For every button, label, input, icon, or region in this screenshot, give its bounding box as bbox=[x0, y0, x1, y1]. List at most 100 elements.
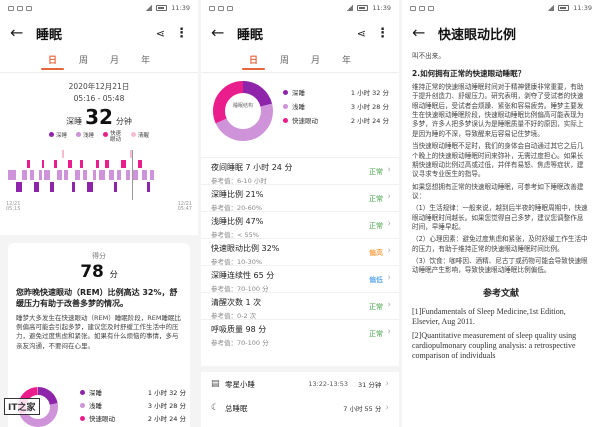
metric-row[interactable]: 清醒次数 1 次 参考值：0-2 次 正常 › bbox=[201, 292, 399, 320]
metric-row[interactable]: 浅睡比例 47% 参考值：< 55% 正常 › bbox=[201, 211, 399, 239]
hypnogram-bar bbox=[75, 169, 80, 180]
legend-rem: 快速眼动 2 小时 24 分 bbox=[80, 411, 186, 424]
notification-icon bbox=[8, 5, 14, 11]
sleep-metrics-list: 夜间睡眠 7 小时 24 分 参考值：6-10 小时 正常 › 深睡比例 21%… bbox=[201, 157, 399, 347]
battery-icon bbox=[156, 5, 168, 11]
score-value: 78 分 bbox=[80, 262, 118, 282]
hypnogram-bar bbox=[57, 169, 62, 180]
chevron-right-icon: › bbox=[387, 219, 391, 229]
page-title: 快速眼动比例 bbox=[438, 27, 517, 43]
watermark-logo: IT之家 bbox=[4, 398, 40, 415]
score-label: 得分 bbox=[92, 252, 106, 260]
app-bar: ← 睡眠 ⋖ ⋮ bbox=[201, 16, 399, 50]
nap-row[interactable]: ▤ 零星小睡 13:22-13:53 31 分钟 › bbox=[201, 372, 399, 396]
total-sleep-row[interactable]: ☾ 总睡眠 7 小时 55 分 › bbox=[201, 396, 399, 420]
tab-week[interactable]: 周 bbox=[280, 53, 289, 66]
tab-day[interactable]: 日 bbox=[241, 53, 266, 70]
tab-month[interactable]: 月 bbox=[311, 53, 320, 66]
status-time: 11:39 bbox=[372, 4, 391, 12]
stage-label: 深睡 bbox=[66, 117, 83, 126]
hypnogram-bar bbox=[54, 159, 57, 168]
hypnogram-bar bbox=[34, 181, 39, 192]
page-title: 睡眠 bbox=[237, 27, 264, 43]
status-bar: 11:39 bbox=[402, 0, 600, 16]
status-badge: 偏高 bbox=[369, 249, 383, 257]
article-body[interactable]: 叫不出来。 2.如何拥有正常的快速眼动睡眠？ 维持正常的快速眼动睡眠时间对于精神… bbox=[402, 52, 600, 361]
selection-cursor[interactable] bbox=[132, 149, 133, 200]
stage-legend: 深睡 浅睡 快速眼动 清醒 bbox=[0, 131, 198, 144]
status-time: 11:39 bbox=[573, 4, 592, 12]
sleep-stage-chart[interactable]: 12/21 05:15 12/21 05:47 bbox=[4, 149, 194, 213]
legend-rem: 快速眼动 bbox=[103, 131, 122, 144]
app-bar: ← 快速眼动比例 bbox=[402, 16, 600, 50]
hypnogram-bar bbox=[99, 169, 105, 180]
app-bar: ← 睡眠 ⋖ ⋮ bbox=[0, 16, 198, 50]
hypnogram-bar bbox=[96, 159, 99, 168]
hypnogram-bar bbox=[62, 149, 64, 158]
battery-icon bbox=[357, 5, 369, 11]
notification-icon bbox=[419, 5, 425, 11]
notification-icon bbox=[227, 5, 233, 11]
tab-month[interactable]: 月 bbox=[110, 53, 119, 66]
references-title: 参考文献 bbox=[482, 288, 519, 299]
article-paragraph: （3）饮食：咖啡因、酒精、尼古丁或药物可能会导致快速眼动睡眠产生影响，导致快速眼… bbox=[412, 257, 588, 275]
tab-day[interactable]: 日 bbox=[40, 53, 65, 70]
tab-year[interactable]: 年 bbox=[342, 53, 351, 66]
notification-icon bbox=[209, 5, 215, 11]
score-detail: 睡梦大多发生在快速眼动（REM）睡眠阶段，REM睡眠比例偏高可能会引起多梦，建议… bbox=[16, 313, 181, 350]
chevron-right-icon: › bbox=[387, 327, 391, 337]
metric-row[interactable]: 深睡连续性 65 分 参考值：70-100 分 偏低 › bbox=[201, 265, 399, 293]
more-menu-icon[interactable]: ⋮ bbox=[175, 27, 188, 40]
hypnogram-bar bbox=[87, 181, 93, 192]
period-tabs: 日 周 月 年 bbox=[201, 50, 399, 70]
hypnogram-bar bbox=[30, 169, 34, 180]
article-paragraph: 当快速眼动睡眠不足时，我们的身体会自动通过其它之后几个晚上的快速眼动睡眠时间来弥… bbox=[412, 142, 584, 179]
article-paragraph: 如果您想拥有正常的快速眼动睡眠，可参考如下睡眠改善建议： bbox=[412, 182, 584, 200]
notification-icon bbox=[17, 5, 23, 11]
hypnogram-bar bbox=[142, 169, 147, 180]
metric-row[interactable]: 呼吸质量 98 分 参考值：70-100 分 正常 › bbox=[201, 319, 399, 347]
share-icon[interactable]: ⋖ bbox=[357, 27, 366, 40]
back-arrow-icon[interactable]: ← bbox=[10, 25, 26, 41]
rem-article-panel: 11:39 ← 快速眼动比例 叫不出来。 2.如何拥有正常的快速眼动睡眠？ 维持… bbox=[402, 0, 600, 427]
battery-icon bbox=[558, 5, 570, 11]
hypnogram-bar bbox=[22, 169, 27, 180]
back-arrow-icon[interactable]: ← bbox=[211, 25, 227, 41]
tab-week[interactable]: 周 bbox=[79, 53, 88, 66]
hypnogram-bar bbox=[68, 159, 72, 168]
reference-item: [2]Quantitative measurement of sleep qua… bbox=[412, 330, 577, 360]
nap-bed-icon: ▤ bbox=[211, 379, 220, 389]
article-paragraph: （2）心理因素：避免过度焦虑和紧张，及时舒缓工作生活中的压力，有助于维持正常的快… bbox=[412, 235, 588, 253]
share-icon[interactable]: ⋖ bbox=[156, 27, 165, 40]
hypnogram-bar bbox=[109, 169, 114, 180]
selected-stage-readout: 深睡 32 分钟 bbox=[0, 105, 198, 129]
stage-unit: 分钟 bbox=[115, 117, 132, 126]
donut-center-label: 睡眠结构 bbox=[232, 103, 253, 109]
notification-icon bbox=[410, 5, 416, 11]
hypnogram-bar bbox=[83, 169, 87, 180]
back-arrow-icon[interactable]: ← bbox=[412, 25, 428, 41]
metric-row[interactable]: 深睡比例 21% 参考值：20-60% 正常 › bbox=[201, 184, 399, 212]
legend-awake: 清醒 bbox=[131, 131, 149, 144]
hypnogram-bar bbox=[105, 159, 109, 168]
sleep-structure-donut bbox=[213, 81, 273, 141]
metric-row[interactable]: 夜间睡眠 7 小时 24 分 参考值：6-10 小时 正常 › bbox=[201, 157, 399, 185]
metric-row[interactable]: 快速眼动比例 32% 参考值：10-30% 偏高 › bbox=[201, 238, 399, 266]
tab-year[interactable]: 年 bbox=[141, 53, 150, 66]
notification-icon bbox=[26, 5, 32, 11]
signal-icon bbox=[145, 5, 153, 11]
legend-light: 浅睡 3 小时 28 分 bbox=[283, 99, 389, 113]
chevron-right-icon: › bbox=[387, 273, 391, 283]
axis-start-label: 12/21 05:15 bbox=[6, 200, 21, 213]
hypnogram-bar bbox=[42, 159, 44, 168]
hypnogram-bar bbox=[138, 159, 142, 168]
hypnogram-bar bbox=[64, 169, 68, 180]
legend-deep: 深睡 bbox=[48, 131, 67, 144]
legend-deep: 深睡 1 小时 32 分 bbox=[283, 85, 389, 99]
sleep-detail-panel: 11:39 ← 睡眠 ⋖ ⋮ 日 周 月 年 睡眠结构 深睡 1 小时 32 分 … bbox=[201, 0, 399, 427]
status-bar: 11:39 bbox=[0, 0, 198, 16]
more-menu-icon[interactable]: ⋮ bbox=[376, 27, 389, 40]
status-time: 11:39 bbox=[171, 4, 190, 12]
hypnogram-bar bbox=[147, 181, 150, 192]
article-subheading: 2.如何拥有正常的快速眼动睡眠？ bbox=[412, 69, 526, 79]
